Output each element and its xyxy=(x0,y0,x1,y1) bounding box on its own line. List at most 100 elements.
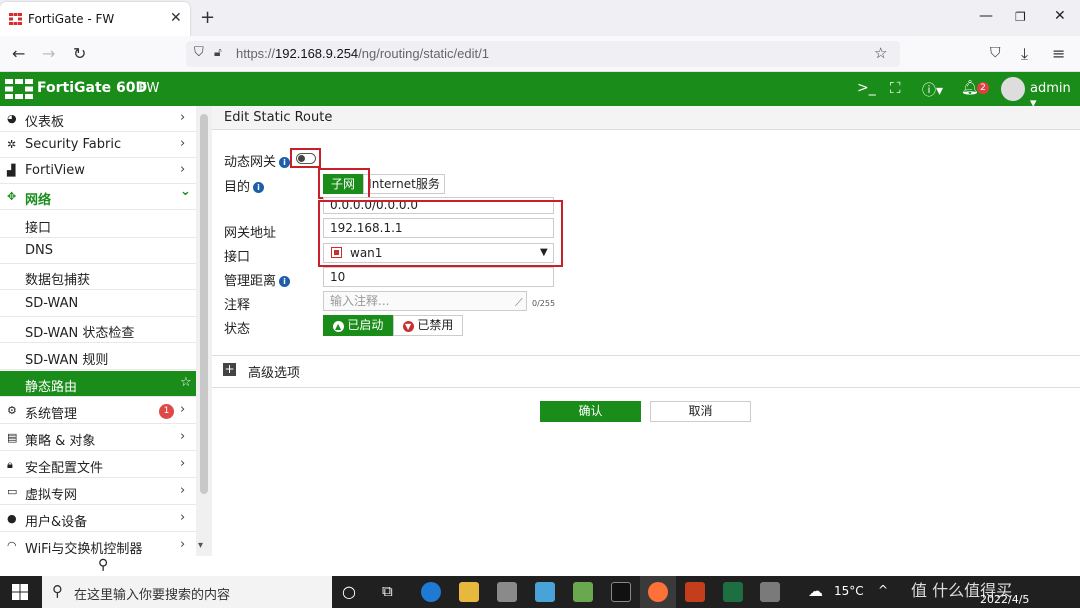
sidebar-item[interactable]: 数据包捕获 xyxy=(0,264,196,290)
status-enabled-button[interactable]: ▲ 已启动 xyxy=(323,315,393,336)
avatar[interactable] xyxy=(1001,77,1025,101)
sidebar-item[interactable]: DNS xyxy=(0,238,196,264)
url-text[interactable]: https://192.168.9.254/ng/routing/static/… xyxy=(236,46,489,61)
page-title: Edit Static Route xyxy=(224,110,333,125)
search-icon: ⚲ xyxy=(52,582,63,600)
sidebar-item[interactable]: 🔒︎ 安全配置文件 › xyxy=(0,452,196,478)
comment-textarea[interactable]: 输入注释... xyxy=(323,291,527,311)
chevron-right-icon: › xyxy=(180,510,186,525)
cancel-button[interactable]: 取消 xyxy=(650,401,751,422)
lock-icon: 🔒︎ xyxy=(7,458,13,471)
firefox-icon[interactable] xyxy=(648,582,668,602)
fabric-icon: ✲ xyxy=(7,138,17,151)
info-icon[interactable]: i xyxy=(279,157,291,168)
file-explorer-icon[interactable] xyxy=(459,582,479,602)
distance-input[interactable]: 10 xyxy=(323,267,554,287)
advanced-options-toggle[interactable]: 高级选项 xyxy=(248,362,300,381)
sidebar-item[interactable]: ▟ FortiView › xyxy=(0,158,196,184)
app-icon[interactable] xyxy=(535,582,555,602)
scroll-down-icon[interactable]: ▾ xyxy=(198,540,203,551)
tray-chevron-icon[interactable]: ^ xyxy=(878,583,888,597)
sidebar-item[interactable]: ✥ 网络 ⌄ xyxy=(0,184,196,210)
app-icon[interactable] xyxy=(497,582,517,602)
info-icon[interactable]: i xyxy=(279,276,291,287)
status-disabled-button[interactable]: ▼ 已禁用 xyxy=(393,315,463,336)
chevron-right-icon: › xyxy=(180,110,186,125)
restore-icon[interactable]: ❐ xyxy=(1015,10,1026,24)
highlight-box xyxy=(318,200,563,267)
lock-warning-icon[interactable]: 🔓︎ xyxy=(214,45,222,60)
reload-icon[interactable]: ↻ xyxy=(73,44,86,63)
chevron-right-icon: › xyxy=(180,429,186,444)
new-tab-icon[interactable]: + xyxy=(200,7,215,28)
window-close-icon[interactable]: ✕ xyxy=(1054,8,1066,24)
divider xyxy=(212,387,1080,388)
terminal-icon[interactable] xyxy=(611,582,631,602)
dest-internet-service-button[interactable]: Internet服务 xyxy=(363,174,445,194)
close-tab-icon[interactable]: ✕ xyxy=(170,10,182,26)
dashboard-icon: ◕ xyxy=(7,112,17,125)
sidebar-item-label: FortiView xyxy=(25,163,85,178)
sidebar-item[interactable]: SD-WAN 规则 xyxy=(0,344,196,370)
cli-console-icon[interactable]: >_ xyxy=(857,80,876,96)
chevron-down-icon: ⌄ xyxy=(180,184,191,199)
dynamic-gateway-toggle[interactable] xyxy=(296,153,316,164)
expand-plus-icon[interactable]: + xyxy=(223,363,236,376)
sidebar-item[interactable]: ✲ Security Fabric › xyxy=(0,132,196,158)
destination-label: 目的 i xyxy=(224,176,265,195)
sidebar-search[interactable]: ⚲ xyxy=(0,556,212,576)
pocket-icon[interactable]: ⛉ xyxy=(990,45,1001,61)
minimize-icon[interactable]: — xyxy=(979,8,993,24)
device-model: FortiGate 60D xyxy=(37,80,148,96)
fortinet-logo-icon xyxy=(5,79,33,99)
sidebar-item[interactable]: 静态路由 ☆ xyxy=(0,371,196,397)
menu-icon[interactable]: ≡ xyxy=(1052,44,1065,63)
url-bar[interactable]: ⛉ 🔓︎ https://192.168.9.254/ng/routing/st… xyxy=(186,41,900,67)
help-icon[interactable]: ⓘ▾ xyxy=(922,80,943,100)
weather-temp[interactable]: 15°C xyxy=(834,584,864,598)
favorite-star-icon[interactable]: ☆ xyxy=(180,375,192,390)
sidebar-scrollbar[interactable]: ▾ xyxy=(196,106,212,556)
sidebar-item-label: DNS xyxy=(25,243,53,258)
page-title-bar: Edit Static Route xyxy=(212,106,1080,130)
edge-icon[interactable] xyxy=(421,582,441,602)
scrollbar-thumb[interactable] xyxy=(200,114,208,494)
sidebar-item[interactable]: ● 用户&设备 › xyxy=(0,506,196,532)
ok-button[interactable]: 确认 xyxy=(540,401,641,422)
download-icon[interactable]: ⤓ xyxy=(1021,44,1028,64)
fortinet-favicon-icon xyxy=(9,13,22,25)
sidebar-item-label: SD-WAN 规则 xyxy=(25,353,109,368)
shield-icon[interactable]: ⛉ xyxy=(194,45,204,60)
sidebar-item[interactable]: ▤ 策略 & 对象 › xyxy=(0,425,196,451)
bookmark-star-icon[interactable]: ☆ xyxy=(874,44,887,62)
sidebar-item[interactable]: 接口 xyxy=(0,212,196,238)
browser-tab[interactable]: FortiGate - FW ✕ xyxy=(0,2,190,36)
dynamic-gateway-label: 动态网关 i xyxy=(224,151,291,170)
forward-icon[interactable]: → xyxy=(42,44,55,63)
back-icon[interactable]: ← xyxy=(12,44,25,63)
app-icon[interactable] xyxy=(760,582,780,602)
sidebar-item[interactable]: SD-WAN xyxy=(0,291,196,317)
taskbar-date[interactable]: 2022/4/5 xyxy=(980,593,1029,606)
sidebar-item[interactable]: ◕ 仪表板 › xyxy=(0,106,196,132)
info-icon[interactable]: i xyxy=(253,182,265,193)
sidebar-item-label: Security Fabric xyxy=(25,137,122,152)
powerpoint-icon[interactable] xyxy=(685,582,705,602)
cortana-icon[interactable]: ○ xyxy=(342,582,356,601)
sidebar-item[interactable]: SD-WAN 状态检查 xyxy=(0,317,196,343)
sidebar-item[interactable]: ⚙ 系统管理 1 › xyxy=(0,398,196,424)
fullscreen-icon[interactable]: ⛶ xyxy=(890,79,901,97)
resize-handle-icon[interactable]: ⟋ xyxy=(515,296,523,310)
chevron-right-icon: › xyxy=(180,483,186,498)
excel-icon[interactable] xyxy=(723,582,743,602)
arrow-up-circle-icon: ▲ xyxy=(332,321,344,332)
windows-start-icon[interactable] xyxy=(12,584,28,600)
taskbar-search[interactable]: ⚲ 在这里输入你要搜索的内容 xyxy=(42,576,332,608)
chevron-right-icon: › xyxy=(180,402,186,417)
task-view-icon[interactable]: ⧉ xyxy=(382,582,393,600)
search-icon[interactable]: ⚲ xyxy=(98,557,108,573)
sidebar-item-label: SD-WAN 状态检查 xyxy=(25,326,135,341)
taskbar-search-placeholder: 在这里输入你要搜索的内容 xyxy=(74,588,231,603)
app-icon[interactable] xyxy=(573,582,593,602)
sidebar-item[interactable]: ▭ 虚拟专网 › xyxy=(0,479,196,505)
